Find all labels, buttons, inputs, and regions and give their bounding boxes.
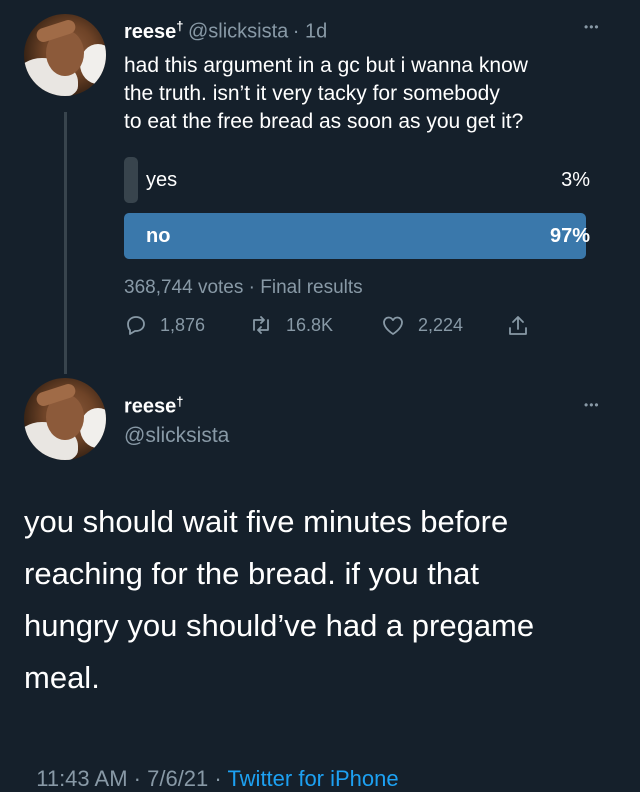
timestamp[interactable]: 11:43 AM · 7/6/21 ·: [36, 766, 227, 791]
reply-button[interactable]: 1,876: [124, 313, 205, 337]
poll-summary: 368,744 votes · Final results: [124, 277, 363, 298]
reply-text-line: you should wait five minutes before: [24, 504, 509, 539]
reply-text-line: meal.: [24, 660, 100, 695]
poll-bar-yes: [124, 157, 139, 203]
name-suffix: †: [176, 394, 184, 409]
tweet-text: had this argument in a gc but i wanna kn…: [124, 52, 528, 136]
like-button[interactable]: 2,224: [380, 313, 463, 337]
reply-display-name[interactable]: reese†: [124, 394, 184, 418]
tweet-text-line: had this argument in a gc but i wanna kn…: [124, 54, 528, 77]
poll-option-yes: yes 3%: [124, 157, 600, 203]
share-icon: [509, 316, 527, 335]
thread-line: [64, 112, 67, 374]
poll-label-yes: yes: [146, 169, 178, 191]
name-suffix: †: [176, 18, 184, 33]
tweet-text-line: to eat the free bread as soon as you get…: [124, 110, 524, 133]
tweet-text-line: the truth. isn’t it very tacky for someb…: [124, 82, 500, 105]
reply-text-line: reaching for the bread. if you that: [24, 556, 479, 591]
share-button[interactable]: [506, 313, 542, 339]
display-name[interactable]: reese†: [124, 18, 184, 43]
reply-icon: [127, 316, 145, 335]
retweet-count: 16.8K: [286, 314, 334, 335]
more-icon[interactable]: •••: [584, 20, 600, 34]
poll-option-no: no 97%: [124, 213, 600, 259]
retweet-button[interactable]: 16.8K: [248, 313, 333, 337]
avatar[interactable]: [24, 378, 106, 460]
retweet-icon: [253, 316, 269, 334]
source-link[interactable]: Twitter for iPhone: [227, 766, 398, 791]
display-name-text: reese: [124, 395, 177, 418]
like-count: 2,224: [418, 314, 464, 335]
poll-bar-no: [124, 213, 586, 259]
reply-text-line: hungry you should’ve had a pregame: [24, 608, 535, 643]
handle[interactable]: @slicksista: [188, 21, 288, 43]
reply-text: you should wait five minutes before reac…: [24, 496, 534, 704]
heart-icon: [383, 316, 403, 335]
poll-label-no: no: [146, 225, 171, 247]
poll-percent-yes: 3%: [561, 169, 590, 191]
reply-handle[interactable]: @slicksista: [124, 424, 229, 448]
tweet-metadata: 11:43 AM · 7/6/21 · Twitter for iPhone: [24, 740, 398, 792]
reply-count: 1,876: [160, 314, 206, 335]
tweet-header: reese† @slicksista · 1d: [124, 18, 327, 44]
poll-percent-no: 97%: [549, 225, 590, 247]
tweet-time[interactable]: · 1d: [293, 21, 327, 43]
more-icon[interactable]: •••: [584, 398, 600, 412]
avatar[interactable]: [24, 14, 106, 96]
